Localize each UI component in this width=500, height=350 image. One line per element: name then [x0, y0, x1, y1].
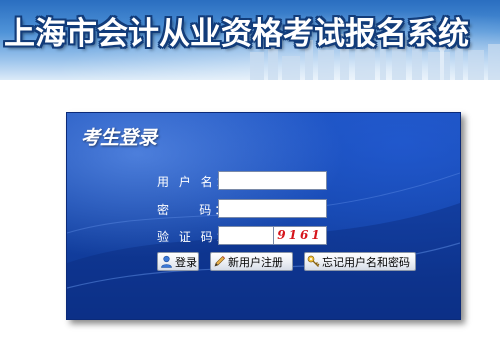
login-button-label: 登录 — [175, 255, 197, 269]
login-panel: 考生登录 用 户 名： 密 码： 验 证 码： 9161 登录 新用户注册 忘记… — [66, 112, 461, 320]
username-input[interactable] — [218, 171, 327, 190]
page-title: 上海市会计从业资格考试报名系统 — [4, 16, 469, 52]
password-input[interactable] — [218, 199, 327, 218]
captcha-label: 验 证 码： — [157, 230, 231, 244]
username-label: 用 户 名： — [157, 175, 231, 189]
panel-title: 考生登录 — [81, 127, 158, 149]
captcha-image[interactable]: 9161 — [273, 226, 327, 245]
header-banner: 上海市会计从业资格考试报名系统 — [0, 0, 500, 80]
password-label: 密 码： — [157, 203, 230, 217]
captcha-input[interactable] — [218, 226, 274, 245]
key-icon — [307, 255, 320, 267]
password-row: 密 码： — [67, 199, 460, 221]
register-button[interactable]: 新用户注册 — [210, 252, 293, 271]
login-button[interactable]: 登录 — [157, 252, 199, 271]
forgot-credentials-button[interactable]: 忘记用户名和密码 — [304, 252, 416, 271]
username-row: 用 户 名： — [67, 171, 460, 193]
captcha-row: 验 证 码： 9161 — [67, 226, 460, 248]
user-icon — [161, 255, 172, 268]
pencil-icon — [214, 256, 225, 267]
forgot-button-label: 忘记用户名和密码 — [322, 255, 410, 269]
register-button-label: 新用户注册 — [228, 255, 283, 269]
page: 上海市会计从业资格考试报名系统 考生登录 用 户 名： 密 码： 验 证 码： … — [0, 0, 500, 350]
